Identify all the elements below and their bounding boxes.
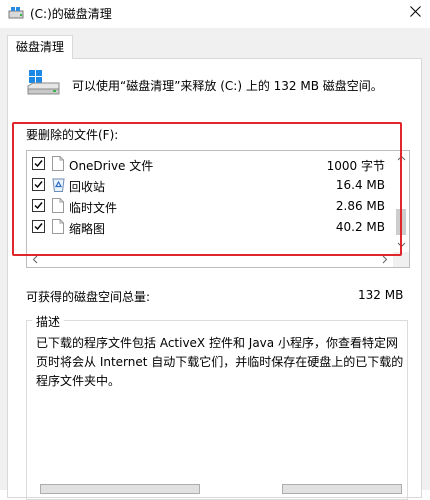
check-icon <box>34 160 43 168</box>
close-icon <box>410 6 421 17</box>
check-icon <box>34 223 43 231</box>
total-space-label: 可获得的磁盘空间总量: <box>26 290 151 304</box>
file-size: 40.2 MB <box>335 220 385 234</box>
file-name: 回收站 <box>69 180 106 194</box>
checkbox-temp-files[interactable] <box>32 199 45 212</box>
checkbox-recycle-bin[interactable] <box>32 178 45 191</box>
clean-system-files-button[interactable] <box>40 484 200 494</box>
files-to-delete-label: 要删除的文件(F): <box>26 128 119 142</box>
recycle-bin-icon <box>52 177 65 192</box>
summary-text: 可以使用“磁盘清理”来释放 (C:) 上的 132 MB 磁盘空间。 <box>72 79 383 93</box>
close-button[interactable] <box>402 0 430 24</box>
file-icon <box>52 219 64 234</box>
list-item-temp-files[interactable]: 临时文件 2.86 MB <box>27 196 393 217</box>
scrollbar-corner <box>393 252 409 267</box>
file-list[interactable]: OneDrive 文件 1000 字节 回收站 16.4 MB 临时文件 2.8… <box>26 150 410 268</box>
total-space-value: 132 MB <box>358 288 404 302</box>
checkbox-onedrive[interactable] <box>32 157 45 170</box>
file-name: 临时文件 <box>69 201 118 215</box>
file-size: 1000 字节 <box>326 159 385 173</box>
check-icon <box>34 202 43 210</box>
description-legend: 描述 <box>32 313 65 330</box>
list-item-thumbnails[interactable]: 缩略图 40.2 MB <box>27 217 393 238</box>
tab-disk-cleanup[interactable]: 磁盘清理 <box>7 35 73 59</box>
vertical-scrollbar[interactable] <box>393 151 410 252</box>
vertical-scroll-thumb[interactable] <box>396 209 406 235</box>
horizontal-scrollbar[interactable] <box>27 252 393 267</box>
list-item-onedrive[interactable]: OneDrive 文件 1000 字节 <box>27 154 393 175</box>
chevron-right-icon[interactable] <box>379 252 391 267</box>
file-name: OneDrive 文件 <box>69 159 154 173</box>
file-icon <box>52 156 64 171</box>
chevron-down-icon[interactable] <box>393 240 410 250</box>
list-item-recycle-bin[interactable]: 回收站 16.4 MB <box>27 175 393 196</box>
file-name: 缩略图 <box>69 222 106 236</box>
file-size: 2.86 MB <box>335 199 385 213</box>
disk-cleanup-app-icon <box>8 6 24 20</box>
drive-icon <box>27 70 61 96</box>
chevron-up-icon[interactable] <box>393 153 410 163</box>
panel-edge <box>422 58 430 490</box>
window-title: (C:)的磁盘清理 <box>30 7 112 21</box>
file-icon <box>52 198 64 213</box>
view-files-button[interactable] <box>282 484 402 494</box>
description-text: 已下载的程序文件包括 ActiveX 控件和 Java 小程序，你查看特定网页时… <box>36 336 404 388</box>
checkbox-thumbnails[interactable] <box>32 220 45 233</box>
file-size: 16.4 MB <box>335 178 385 192</box>
chevron-left-icon[interactable] <box>29 252 41 267</box>
check-icon <box>34 181 43 189</box>
